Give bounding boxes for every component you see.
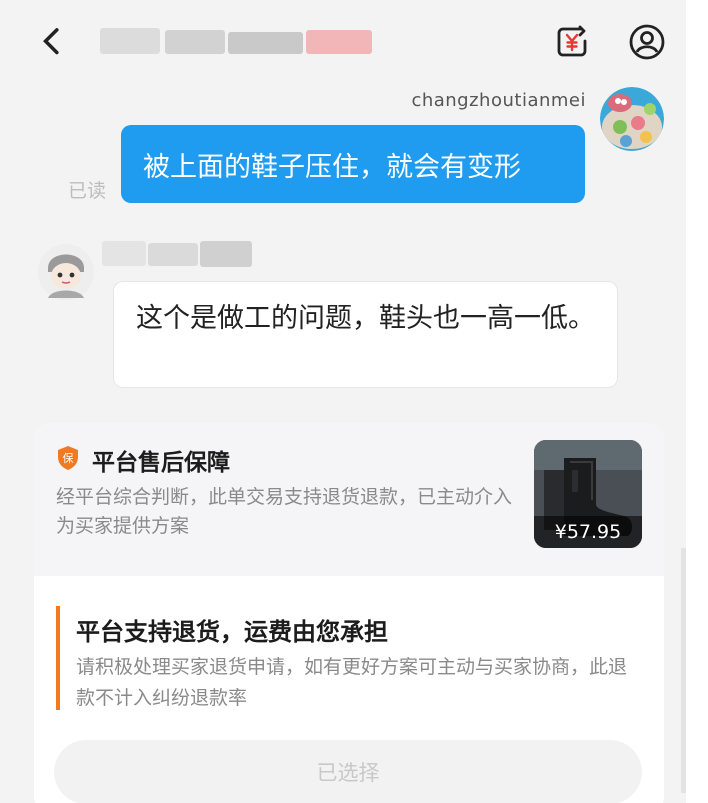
sender-name: changzhoutianmei (411, 90, 586, 111)
product-price: ¥57.95 (534, 516, 642, 548)
scrollbar[interactable] (681, 548, 686, 793)
after-sale-guarantee-card: 保 平台售后保障 经平台综合判断，此单交易支持退货退款，已主动介入为买家提供方案… (34, 423, 664, 803)
my-avatar[interactable] (600, 87, 664, 151)
option-accent-bar (56, 606, 60, 710)
option-title: 平台支持退货，运费由您承担 (76, 618, 388, 646)
read-status: 已读 (68, 180, 107, 202)
option-description: 请积极处理买家退货申请，如有更好方案可主动与买家协商，此退款不计入纠纷退款率 (76, 656, 628, 709)
shield-icon: 保 (58, 446, 78, 470)
blurred-contact-name (100, 28, 160, 54)
chat-header (0, 0, 686, 84)
blurred-contact-name (228, 32, 303, 54)
selected-button[interactable]: 已选择 (54, 740, 642, 803)
contact-avatar[interactable] (36, 238, 96, 304)
my-message-bubble[interactable]: 被上面的鞋子压住，就会有变形 (121, 125, 585, 203)
blurred-contact-name (102, 241, 146, 266)
profile-icon[interactable] (628, 23, 666, 61)
refund-yen-icon[interactable] (553, 23, 591, 61)
card-description: 经平台综合判断，此单交易支持退货退款，已主动介入为买家提供方案 (56, 486, 513, 537)
blurred-contact-name (165, 30, 225, 54)
screen-edge (686, 0, 708, 803)
chat-screen: changzhoutianmei 被上面的鞋子压住，就会有变形 已读 这个是做工… (0, 0, 708, 803)
blurred-contact-tag (306, 30, 372, 54)
product-thumbnail[interactable]: ¥57.95 (534, 440, 642, 548)
card-title: 平台售后保障 (92, 450, 230, 476)
blurred-contact-name (200, 241, 252, 267)
shield-badge-char: 保 (63, 451, 74, 465)
back-arrow-icon[interactable] (38, 28, 70, 60)
blurred-contact-name (148, 243, 198, 266)
contact-message-bubble[interactable]: 这个是做工的问题，鞋头也一高一低。 (113, 281, 618, 388)
